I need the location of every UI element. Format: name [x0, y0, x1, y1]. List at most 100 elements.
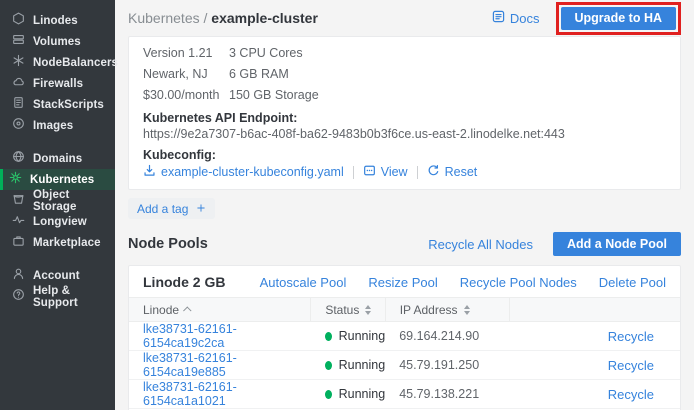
account-icon — [12, 267, 25, 285]
add-node-pool-button[interactable]: Add a Node Pool — [553, 232, 681, 256]
sidebar-item-label: Volumes — [33, 36, 81, 48]
node-link[interactable]: lke38731-62161-6154ca19c2ca — [143, 322, 237, 350]
sidebar-item-stackscripts[interactable]: StackScripts — [0, 94, 115, 115]
sidebar-item-account[interactable]: Account — [0, 265, 115, 286]
table-row: lke38731-62161-6154ca19c2ca Running 69.1… — [129, 322, 680, 351]
column-header-linode[interactable]: Linode — [129, 298, 311, 322]
page-header: Kubernetes / example-cluster Docs Upgrad… — [128, 0, 681, 36]
add-tag-label: Add a tag — [137, 202, 188, 216]
ip-address: 45.79.191.250 — [385, 351, 509, 380]
view-icon — [363, 164, 381, 180]
sidebar-item-label: Images — [33, 120, 73, 132]
table-row: lke38731-62161-6154ca19e885 Running 45.7… — [129, 351, 680, 380]
column-header-status[interactable]: Status — [311, 298, 385, 322]
longview-icon — [12, 213, 25, 231]
recycle-node-link[interactable]: Recycle — [608, 387, 654, 402]
api-endpoint-url: https://9e2a7307-b6ac-408f-ba62-9483b0b3… — [143, 127, 666, 141]
linode-cloud-manager: Linodes Volumes NodeBalancers Firewalls … — [0, 0, 694, 410]
sidebar: Linodes Volumes NodeBalancers Firewalls … — [0, 0, 115, 410]
table-row: lke38731-62161-6154ca1a1021 Running 45.7… — [129, 380, 680, 409]
node-link[interactable]: lke38731-62161-6154ca1a1021 — [143, 380, 237, 408]
kubeconfig-file-link[interactable]: example-cluster-kubeconfig.yaml — [161, 165, 344, 179]
api-endpoint-label: Kubernetes API Endpoint: — [143, 111, 666, 125]
sidebar-item-firewalls[interactable]: Firewalls — [0, 73, 115, 94]
sidebar-item-marketplace[interactable]: Marketplace — [0, 232, 115, 253]
breadcrumb-separator: / — [204, 10, 208, 26]
pool-nodes-table: Linode Status IP Address lke38731-62161-… — [129, 297, 680, 409]
sidebar-item-linodes[interactable]: Linodes — [0, 10, 115, 31]
help-icon — [12, 288, 25, 306]
sort-icon — [464, 305, 470, 315]
node-pool-card: Linode 2 GB Autoscale Pool Resize Pool R… — [128, 265, 681, 410]
status-running-icon — [325, 332, 332, 341]
linodes-icon — [12, 12, 25, 30]
main-content: Kubernetes / example-cluster Docs Upgrad… — [115, 0, 694, 410]
resize-pool-link[interactable]: Resize Pool — [368, 275, 437, 290]
kubeconfig-reset-button[interactable]: Reset — [427, 164, 478, 180]
status-badge: Running — [339, 358, 386, 372]
sidebar-item-help-support[interactable]: Help & Support — [0, 286, 115, 307]
firewalls-icon — [12, 75, 25, 93]
spec-storage: 150 GB Storage — [229, 88, 666, 102]
cluster-specs: Version 1.21 3 CPU Cores Newark, NJ 6 GB… — [143, 46, 666, 102]
sidebar-item-kubernetes[interactable]: Kubernetes — [0, 169, 115, 190]
sort-ascending-icon — [183, 306, 191, 314]
sidebar-item-object-storage[interactable]: Object Storage — [0, 190, 115, 211]
docs-link[interactable]: Docs — [492, 10, 540, 26]
recycle-all-nodes-link[interactable]: Recycle All Nodes — [428, 237, 533, 252]
autoscale-pool-link[interactable]: Autoscale Pool — [260, 275, 347, 290]
ip-address: 69.164.214.90 — [385, 322, 509, 351]
sidebar-item-label: Kubernetes — [30, 174, 94, 186]
marketplace-icon — [12, 234, 25, 252]
sidebar-item-label: Firewalls — [33, 78, 83, 90]
column-label: Status — [325, 303, 359, 317]
sidebar-item-label: Longview — [33, 216, 87, 228]
delete-cluster-link[interactable]: Delete Cluster — [143, 189, 229, 190]
node-pools-header: Node Pools Recycle All Nodes Add a Node … — [128, 231, 681, 257]
docs-icon — [492, 10, 505, 26]
node-pools-actions: Recycle All Nodes Add a Node Pool — [428, 232, 681, 256]
reset-label: Reset — [445, 165, 478, 179]
kubeconfig-view-button[interactable]: View — [363, 164, 408, 180]
recycle-node-link[interactable]: Recycle — [608, 358, 654, 373]
sidebar-item-longview[interactable]: Longview — [0, 211, 115, 232]
sidebar-group-compute: Linodes Volumes NodeBalancers Firewalls … — [0, 10, 115, 136]
recycle-pool-nodes-link[interactable]: Recycle Pool Nodes — [460, 275, 577, 290]
spec-version: Version 1.21 — [143, 46, 229, 60]
spec-ram: 6 GB RAM — [229, 67, 666, 81]
sidebar-group-services: Domains Kubernetes Object Storage Longvi… — [0, 148, 115, 253]
sidebar-item-label: NodeBalancers — [33, 57, 118, 69]
sidebar-item-nodebalancers[interactable]: NodeBalancers — [0, 52, 115, 73]
pool-name: Linode 2 GB — [143, 274, 225, 290]
spec-cpu: 3 CPU Cores — [229, 46, 666, 60]
sidebar-item-label: Linodes — [33, 15, 78, 27]
pool-head: Linode 2 GB Autoscale Pool Resize Pool R… — [129, 266, 680, 297]
recycle-node-link[interactable]: Recycle — [608, 329, 654, 344]
download-icon[interactable] — [143, 164, 161, 180]
sidebar-group-account: Account Help & Support — [0, 265, 115, 307]
sidebar-item-label: Object Storage — [33, 189, 115, 213]
delete-pool-link[interactable]: Delete Pool — [599, 275, 666, 290]
upgrade-to-ha-button[interactable]: Upgrade to HA — [561, 7, 677, 30]
kubeconfig-label: Kubeconfig: — [143, 148, 666, 162]
docs-label: Docs — [510, 11, 540, 26]
images-icon — [12, 117, 25, 135]
kubeconfig-actions: example-cluster-kubeconfig.yaml View Res… — [143, 164, 666, 180]
plus-icon — [196, 202, 206, 216]
spec-region: Newark, NJ — [143, 67, 229, 81]
status-badge: Running — [339, 387, 386, 401]
sidebar-item-label: StackScripts — [33, 99, 104, 111]
column-header-ip-address[interactable]: IP Address — [385, 298, 509, 322]
volumes-icon — [12, 33, 25, 51]
node-pools-title: Node Pools — [128, 236, 208, 252]
sort-icon — [365, 305, 371, 315]
sidebar-item-domains[interactable]: Domains — [0, 148, 115, 169]
sidebar-item-images[interactable]: Images — [0, 115, 115, 136]
breadcrumb-section[interactable]: Kubernetes — [128, 10, 200, 26]
sidebar-item-volumes[interactable]: Volumes — [0, 31, 115, 52]
breadcrumb: Kubernetes / example-cluster — [128, 10, 318, 26]
status-running-icon — [325, 361, 332, 370]
breadcrumb-current: example-cluster — [211, 10, 318, 26]
node-link[interactable]: lke38731-62161-6154ca19e885 — [143, 351, 237, 379]
add-tag-button[interactable]: Add a tag — [128, 198, 215, 219]
